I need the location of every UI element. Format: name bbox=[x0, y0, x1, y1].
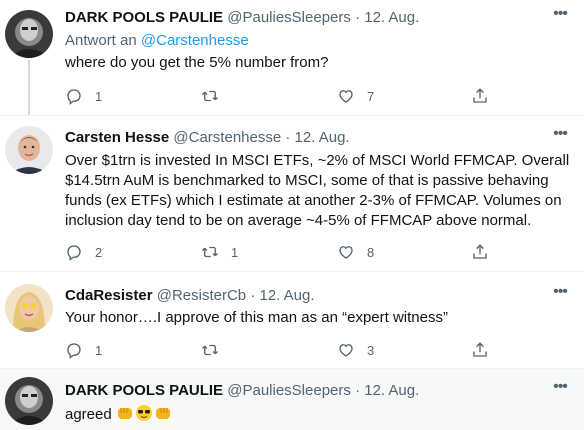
share-button[interactable] bbox=[471, 340, 489, 360]
tweet-header: CdaResister @ResisterCb · 12. Aug. bbox=[65, 286, 544, 306]
thread-line bbox=[28, 60, 30, 115]
retweet-icon bbox=[202, 90, 218, 102]
reply-button[interactable]: 2 bbox=[65, 242, 102, 262]
more-icon[interactable]: ••• bbox=[550, 6, 570, 28]
retweet-button[interactable] bbox=[201, 340, 231, 360]
share-icon bbox=[473, 244, 487, 259]
author-handle[interactable]: @PauliesSleepers bbox=[227, 382, 351, 399]
tweet-actions: 2 1 8 bbox=[65, 242, 505, 262]
avatar[interactable] bbox=[5, 377, 53, 425]
reply-button[interactable]: 1 bbox=[65, 86, 102, 106]
tweet-text: Your honor….I approve of this man as an … bbox=[65, 309, 448, 326]
tweet-date[interactable]: 12. Aug. bbox=[364, 9, 419, 26]
reply-mention-link[interactable]: @Carstenhesse bbox=[141, 32, 249, 49]
share-button[interactable] bbox=[471, 86, 489, 106]
tweet-date[interactable]: 12. Aug. bbox=[295, 129, 350, 146]
retweet-count: 1 bbox=[231, 244, 239, 260]
tweet[interactable]: DARK POOLS PAULIE @PauliesSleepers · 12.… bbox=[0, 369, 584, 430]
tweet-header: DARK POOLS PAULIE @PauliesSleepers · 12.… bbox=[65, 381, 544, 401]
like-count: 8 bbox=[367, 244, 375, 260]
reply-prefix: Antwort an bbox=[65, 32, 137, 49]
share-icon bbox=[473, 88, 487, 103]
tweet[interactable]: DARK POOLS PAULIE @PauliesSleepers · 12.… bbox=[0, 0, 584, 115]
tweet[interactable]: CdaResister @ResisterCb · 12. Aug. ••• Y… bbox=[0, 272, 584, 368]
reply-count: 1 bbox=[95, 342, 103, 358]
tweet-text: Over $1trn is invested In MSCI ETFs, ~2%… bbox=[65, 152, 570, 229]
tweet-date[interactable]: 12. Aug. bbox=[259, 287, 314, 304]
tweet-header: Carsten Hesse @Carstenhesse · 12. Aug. bbox=[65, 128, 544, 148]
tweet-actions: 1 7 bbox=[65, 86, 505, 106]
like-button[interactable]: 8 bbox=[337, 242, 374, 262]
like-icon bbox=[339, 344, 353, 357]
author-name[interactable]: DARK POOLS PAULIE bbox=[65, 382, 223, 399]
author-name[interactable]: Carsten Hesse bbox=[65, 129, 169, 146]
sunglasses-emoji bbox=[135, 404, 153, 422]
reply-icon bbox=[67, 89, 81, 105]
like-icon bbox=[339, 246, 353, 259]
author-name[interactable]: DARK POOLS PAULIE bbox=[65, 9, 223, 26]
tweet-text: where do you get the 5% number from? bbox=[65, 54, 329, 71]
reply-count: 2 bbox=[95, 244, 103, 260]
separator: · bbox=[355, 382, 361, 399]
tweet[interactable]: Carsten Hesse @Carstenhesse · 12. Aug. •… bbox=[0, 116, 584, 271]
separator: · bbox=[285, 129, 291, 146]
like-button[interactable]: 7 bbox=[337, 86, 374, 106]
reply-to-line: Antwort an @Carstenhesse bbox=[65, 31, 249, 51]
more-icon[interactable]: ••• bbox=[550, 379, 570, 401]
separator: · bbox=[250, 287, 256, 304]
separator: · bbox=[355, 9, 361, 26]
avatar[interactable] bbox=[5, 126, 53, 174]
like-count: 3 bbox=[367, 342, 375, 358]
tweet-header: DARK POOLS PAULIE @PauliesSleepers · 12.… bbox=[65, 8, 544, 28]
fist-bump-emoji bbox=[116, 404, 134, 422]
retweet-button[interactable]: 1 bbox=[201, 242, 238, 262]
author-handle[interactable]: @PauliesSleepers bbox=[227, 9, 351, 26]
fist-bump-emoji bbox=[154, 404, 172, 422]
like-button[interactable]: 3 bbox=[337, 340, 374, 360]
author-name[interactable]: CdaResister bbox=[65, 287, 153, 304]
like-icon bbox=[339, 90, 353, 103]
share-button[interactable] bbox=[471, 242, 489, 262]
avatar[interactable] bbox=[5, 284, 53, 332]
tweet-text: agreed bbox=[65, 406, 112, 423]
reply-count: 1 bbox=[95, 88, 103, 104]
reply-icon bbox=[67, 245, 81, 261]
share-icon bbox=[473, 342, 487, 357]
more-icon[interactable]: ••• bbox=[550, 284, 570, 306]
retweet-icon bbox=[202, 246, 218, 258]
retweet-button[interactable] bbox=[201, 86, 231, 106]
like-count: 7 bbox=[367, 88, 375, 104]
author-handle[interactable]: @ResisterCb bbox=[157, 287, 246, 304]
tweet-actions: 1 3 bbox=[65, 340, 505, 360]
tweet-text-row: agreed bbox=[65, 404, 565, 425]
reply-button[interactable]: 1 bbox=[65, 340, 102, 360]
avatar[interactable] bbox=[5, 10, 53, 58]
reply-icon bbox=[67, 343, 81, 359]
retweet-icon bbox=[202, 344, 218, 356]
tweet-date[interactable]: 12. Aug. bbox=[364, 382, 419, 399]
more-icon[interactable]: ••• bbox=[550, 126, 570, 148]
author-handle[interactable]: @Carstenhesse bbox=[173, 129, 281, 146]
